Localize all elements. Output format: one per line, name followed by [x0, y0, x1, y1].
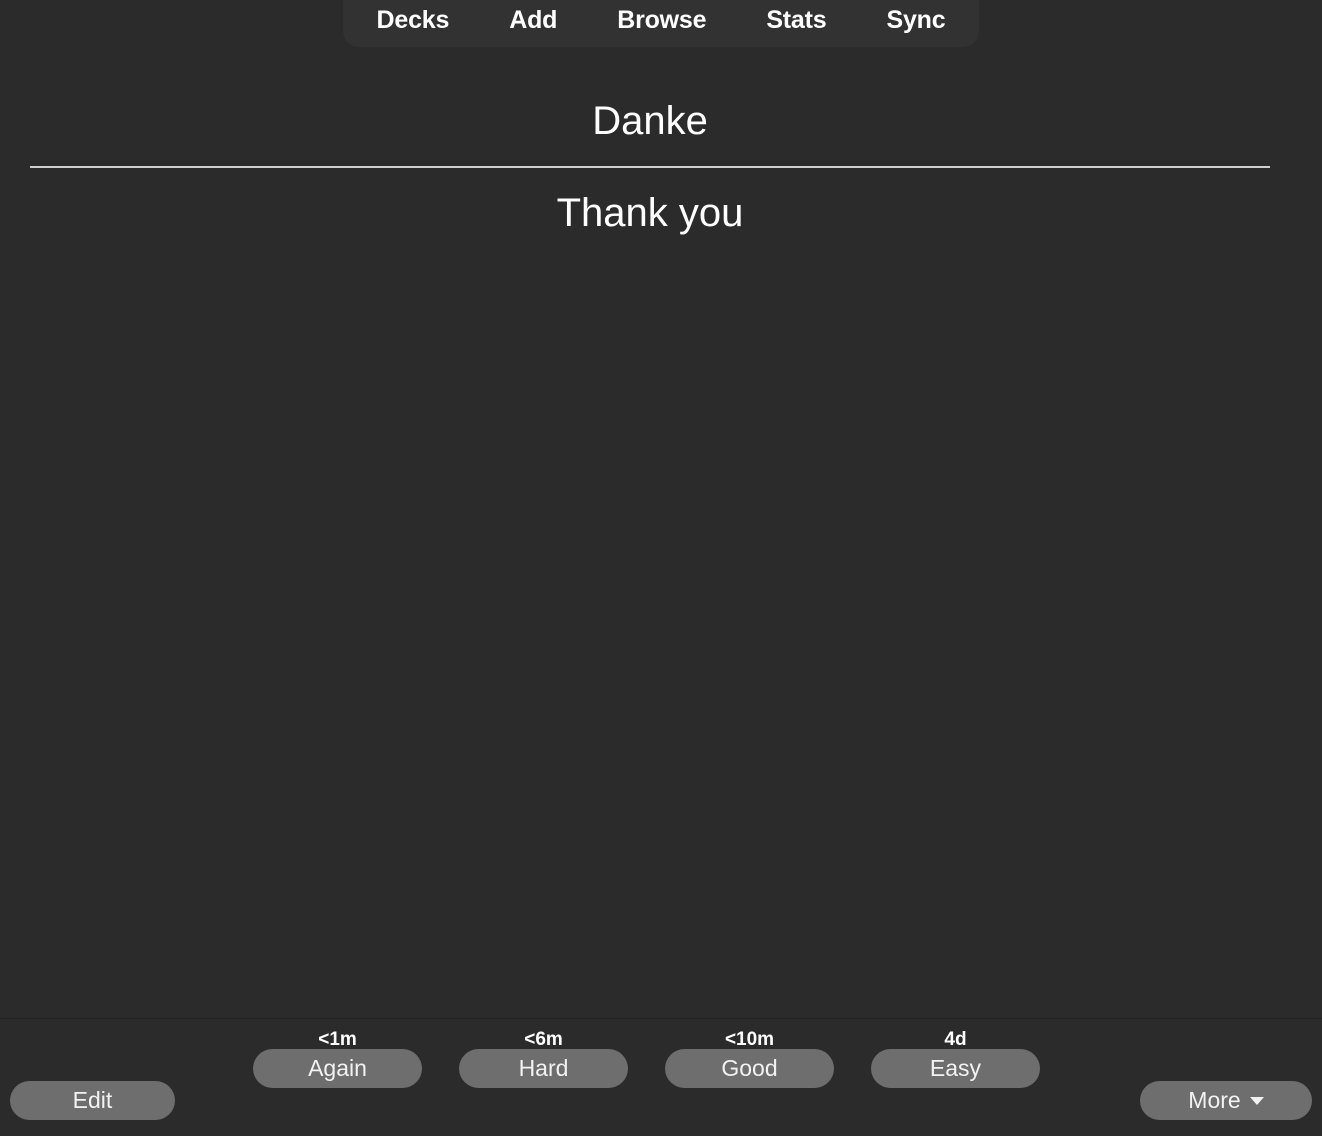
interval-again: <1m — [318, 1029, 357, 1050]
nav-item-decks[interactable]: Decks — [377, 8, 450, 33]
nav-item-add[interactable]: Add — [509, 8, 557, 33]
good-button[interactable]: Good — [665, 1049, 834, 1088]
card-question-text: Danke — [592, 99, 708, 143]
interval-easy: 4d — [944, 1029, 967, 1050]
answer-toolbar: Edit <1m Again <6m Hard <10m Good 4d Eas… — [0, 1018, 1322, 1120]
edit-button[interactable]: Edit — [10, 1081, 175, 1120]
rating-slot-hard: <6m Hard — [459, 1019, 628, 1088]
interval-hard: <6m — [524, 1029, 563, 1050]
hard-button[interactable]: Hard — [459, 1049, 628, 1088]
chevron-down-icon — [1249, 1096, 1264, 1105]
nav-item-browse[interactable]: Browse — [617, 8, 706, 33]
rating-slot-easy: 4d Easy — [871, 1019, 1040, 1088]
nav-item-stats[interactable]: Stats — [766, 8, 826, 33]
edit-slot: Edit — [10, 1019, 175, 1136]
rating-slot-good: <10m Good — [665, 1019, 834, 1088]
rating-slot-again: <1m Again — [253, 1019, 422, 1088]
nav-item-sync[interactable]: Sync — [886, 8, 945, 33]
card-content-area[interactable]: Danke Thank you — [0, 48, 1322, 1018]
more-slot: More — [1140, 1019, 1312, 1136]
top-navigation-bar: Decks Add Browse Stats Sync — [0, 0, 1322, 48]
easy-button[interactable]: Easy — [871, 1049, 1040, 1088]
again-button[interactable]: Again — [253, 1049, 422, 1088]
nav-container: Decks Add Browse Stats Sync — [342, 0, 980, 47]
interval-good: <10m — [724, 1029, 775, 1050]
more-button[interactable]: More — [1140, 1081, 1312, 1120]
card-answer-text: Thank you — [556, 191, 744, 235]
more-button-label: More — [1188, 1087, 1241, 1113]
